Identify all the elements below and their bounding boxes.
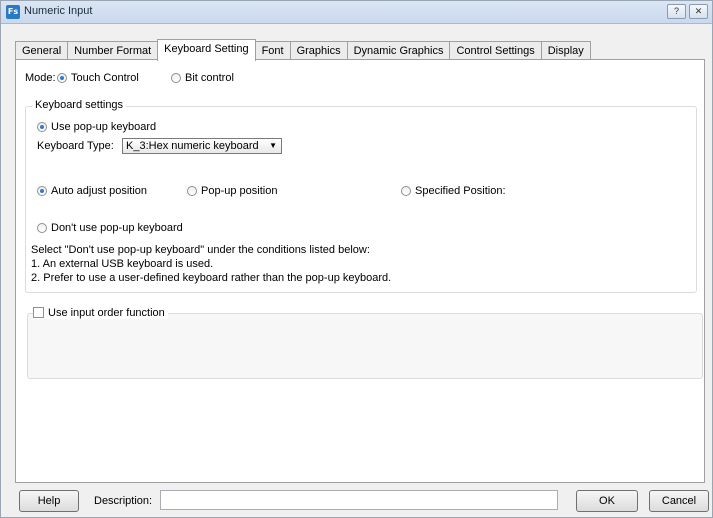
cancel-button[interactable]: Cancel <box>649 490 709 512</box>
note-line-3: 2. Prefer to use a user-defined keyboard… <box>31 272 392 284</box>
help-button[interactable]: Help <box>19 490 79 512</box>
title-bar: Fs Numeric Input ? ✕ <box>1 1 712 24</box>
use-input-order-label: Use input order function <box>48 307 165 319</box>
use-popup-keyboard-radio[interactable]: Use pop-up keyboard <box>37 121 156 133</box>
use-input-order-checkbox[interactable]: Use input order function <box>33 307 168 319</box>
checkbox-icon <box>33 307 44 318</box>
tab-keyboard-setting[interactable]: Keyboard Setting <box>157 39 256 61</box>
tab-general[interactable]: General <box>15 41 69 61</box>
keyboard-type-label: Keyboard Type: <box>37 140 114 152</box>
mode-touch-control-radio[interactable]: Touch Control <box>57 72 139 84</box>
window-title: Numeric Input <box>24 5 93 17</box>
keyboard-type-select[interactable]: K_3:Hex numeric keyboard ▼ <box>122 138 282 154</box>
dont-use-popup-keyboard-radio[interactable]: Don't use pop-up keyboard <box>37 222 183 234</box>
keyboard-setting-panel: Mode: Touch Control Bit control Keyboard… <box>15 59 705 483</box>
app-icon: Fs <box>6 5 20 19</box>
mode-label: Mode: <box>25 72 56 84</box>
specified-position-radio[interactable]: Specified Position: <box>401 185 506 197</box>
radio-unselected-icon <box>401 186 411 196</box>
tab-display[interactable]: Display <box>540 41 591 61</box>
keyboard-settings-legend: Keyboard settings <box>32 99 127 111</box>
radio-selected-icon <box>37 186 47 196</box>
popup-position-radio[interactable]: Pop-up position <box>187 185 277 197</box>
description-field[interactable] <box>160 490 558 510</box>
chevron-down-icon: ▼ <box>269 141 277 150</box>
note-line-1: Select "Don't use pop-up keyboard" under… <box>31 244 370 256</box>
description-label: Description: <box>94 495 153 507</box>
note-line-2: 1. An external USB keyboard is used. <box>31 258 214 270</box>
specified-position-label: Specified Position: <box>415 185 506 197</box>
auto-adjust-position-label: Auto adjust position <box>51 185 148 197</box>
auto-adjust-position-radio[interactable]: Auto adjust position <box>37 185 147 197</box>
dont-use-popup-keyboard-label: Don't use pop-up keyboard <box>51 222 183 234</box>
radio-selected-icon <box>37 122 47 132</box>
close-icon[interactable]: ✕ <box>689 4 708 19</box>
tab-strip: General Number Format Keyboard Setting F… <box>15 39 591 61</box>
tab-dynamic-graphics[interactable]: Dynamic Graphics <box>346 41 451 61</box>
radio-unselected-icon <box>187 186 197 196</box>
tab-number-format[interactable]: Number Format <box>67 41 159 61</box>
mode-bit-control-label: Bit control <box>185 72 234 84</box>
keyboard-type-value: K_3:Hex numeric keyboard <box>126 140 259 152</box>
mode-touch-control-label: Touch Control <box>71 72 139 84</box>
tab-font[interactable]: Font <box>254 41 291 61</box>
input-order-group <box>27 313 703 379</box>
mode-bit-control-radio[interactable]: Bit control <box>171 72 234 84</box>
numeric-input-dialog: Fs Numeric Input ? ✕ General Number Form… <box>0 0 713 518</box>
use-popup-keyboard-label: Use pop-up keyboard <box>51 121 157 133</box>
help-icon[interactable]: ? <box>667 4 686 19</box>
radio-unselected-icon <box>37 223 47 233</box>
radio-selected-icon <box>57 73 67 83</box>
ok-button[interactable]: OK <box>576 490 638 512</box>
tab-graphics[interactable]: Graphics <box>289 41 348 61</box>
tab-control-settings[interactable]: Control Settings <box>449 41 542 61</box>
popup-position-label: Pop-up position <box>201 185 278 197</box>
radio-unselected-icon <box>171 73 181 83</box>
